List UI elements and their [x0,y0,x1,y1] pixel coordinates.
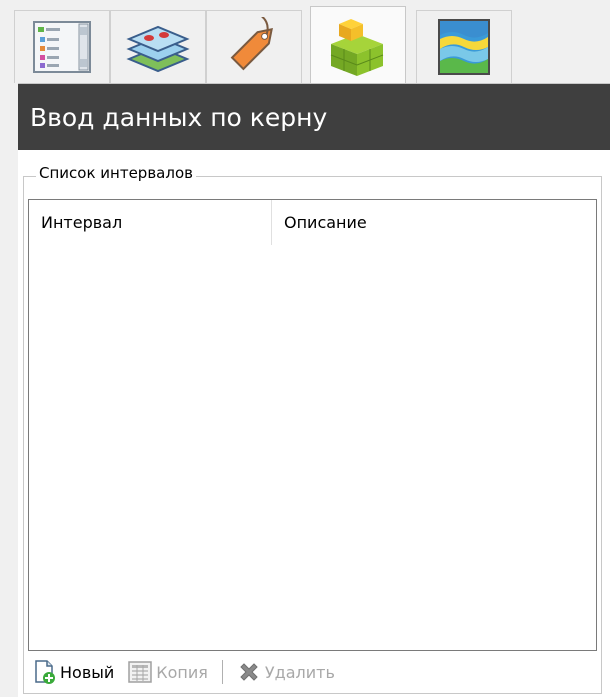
intervals-grid[interactable]: Интервал Описание [28,199,597,651]
tab-layers[interactable] [110,10,206,83]
grid-header: Интервал Описание [29,200,596,245]
cubes-icon [330,19,384,76]
delete-icon [237,660,261,684]
intervals-group: Список интервалов Интервал Описание Новы… [23,164,602,694]
tab-strip [0,0,610,85]
page-title: Ввод данных по керну [30,102,328,132]
tab-form[interactable] [14,10,110,83]
form-icon [33,21,91,73]
copy-icon [128,661,153,683]
copy-button[interactable]: Копия [128,661,208,683]
new-document-icon [34,660,56,684]
column-header-interval[interactable]: Интервал [29,200,272,245]
tab-cubes[interactable] [310,6,406,85]
copy-button-label: Копия [156,662,208,682]
toolbar-separator [221,660,223,684]
intervals-toolbar: Новый Копия Удалить [24,655,601,689]
layers-icon [126,25,190,73]
tag-icon [230,17,273,71]
panel-header: Ввод данных по керну [18,84,610,150]
panel-body: Список интервалов Интервал Описание Новы… [18,150,610,697]
tab-strata[interactable] [416,10,512,83]
strata-icon [438,19,490,75]
delete-button[interactable]: Удалить [237,660,335,684]
new-button-label: Новый [60,662,115,682]
delete-button-label: Удалить [264,662,335,682]
new-button[interactable]: Новый [34,660,114,684]
column-header-description[interactable]: Описание [272,200,596,245]
group-legend: Список интервалов [36,164,196,182]
tab-tag[interactable] [206,10,302,83]
